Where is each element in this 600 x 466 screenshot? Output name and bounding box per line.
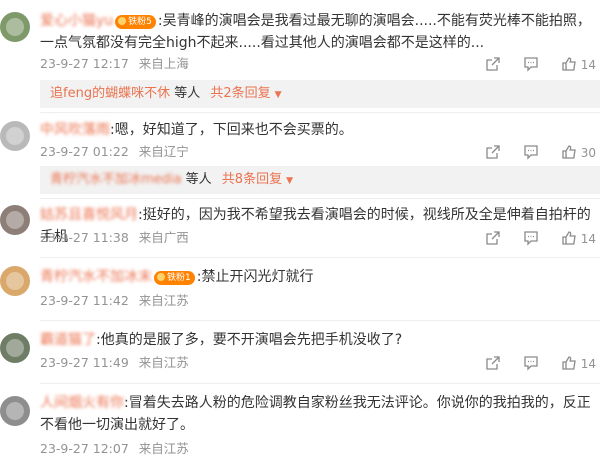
reply-names[interactable]: 青柠汽水不加冰media (50, 172, 182, 187)
fan-badge: 铁粉5 (115, 15, 156, 29)
avatar[interactable] (0, 121, 30, 151)
comment-date: 23-9-27 12:07 (40, 441, 129, 456)
share-button[interactable] (485, 144, 501, 162)
comment-username[interactable]: 姑苏且喜悦风月 (40, 204, 138, 226)
comment-button[interactable] (523, 230, 539, 248)
comment-username[interactable]: 人间烟火有你 (40, 392, 124, 414)
comment-icon (524, 355, 538, 371)
comment-icon (524, 56, 538, 72)
share-icon (486, 56, 500, 71)
comment-date: 23-9-27 11:42 (40, 293, 129, 308)
comment-location: 来自江苏 (138, 355, 189, 370)
like-button[interactable]: 14 (561, 355, 596, 373)
comment-4: 青柠汽水不加冰末 铁粉1:禁止开闪光灯就行 23-9-27 11:42 来自江苏 (0, 258, 600, 318)
comment-date: 23-9-27 11:38 (40, 230, 129, 245)
comment-text: 禁止开闪光灯就行 (201, 269, 314, 285)
comment-icon (524, 144, 538, 160)
comment-username[interactable]: 霸道猫了 (40, 329, 96, 351)
fan-badge-icon (157, 273, 165, 281)
comment-username[interactable]: 爱心小猫yu (40, 10, 113, 32)
reply-names[interactable]: 追feng的蝴蝶咪不休 (50, 86, 170, 101)
comment-date: 23-9-27 01:22 (40, 144, 129, 159)
like-count: 14 (580, 57, 596, 72)
thumbs-up-icon (562, 355, 576, 370)
share-icon (486, 144, 500, 159)
avatar[interactable] (0, 205, 30, 235)
comment-location: 来自上海 (138, 56, 189, 71)
comment-icon (524, 230, 538, 246)
avatar[interactable] (0, 266, 30, 296)
share-icon (486, 230, 500, 245)
thumbs-up-icon (562, 230, 576, 245)
comment-text: 他真的是服了多，要不开演唱会先把手机没收了? (100, 332, 403, 348)
comment-location: 来自江苏 (138, 293, 189, 308)
reply-count[interactable]: 共8条回复 (222, 172, 282, 187)
fan-badge: 铁粉1 (154, 271, 195, 285)
like-count: 30 (580, 145, 596, 160)
fan-badge-label: 铁粉5 (128, 17, 152, 27)
avatar[interactable] (0, 333, 30, 363)
reply-count[interactable]: 共2条回复 (210, 86, 270, 101)
like-count: 14 (580, 231, 596, 246)
comment-button[interactable] (523, 56, 539, 74)
comment-3: 姑苏且喜悦风月:挺好的，因为我不希望我去看演唱会的时候，视线所及全是伸着自拍杆的… (0, 199, 600, 255)
reply-suffix: 等人 (174, 86, 201, 101)
comment-date: 23-9-27 11:49 (40, 355, 129, 370)
chevron-down-icon[interactable]: ▼ (275, 90, 282, 100)
share-button[interactable] (485, 230, 501, 248)
reply-suffix: 等人 (185, 172, 212, 187)
chevron-down-icon[interactable]: ▼ (286, 176, 293, 186)
comment-2: 中风吹落雨:嗯，好知道了，下回来也不会买票的。 23-9-27 01:22 来自… (0, 113, 600, 168)
like-button[interactable]: 14 (561, 230, 596, 248)
comment-6: 人间烟火有你:冒着失去路人粉的危险调教自家粉丝我无法评论。你说你的我拍我的，反正… (0, 384, 600, 466)
share-icon (486, 355, 500, 370)
fan-badge-label: 铁粉1 (167, 273, 191, 283)
comment-location: 来自江苏 (138, 441, 189, 456)
comment-location: 来自广西 (138, 230, 189, 245)
comment-button[interactable] (523, 355, 539, 373)
share-button[interactable] (485, 56, 501, 74)
share-button[interactable] (485, 355, 501, 373)
reply-summary[interactable]: 追feng的蝴蝶咪不休 等人 共2条回复 ▼ (40, 80, 600, 108)
like-button[interactable]: 30 (561, 144, 596, 162)
comment-5: 霸道猫了:他真的是服了多，要不开演唱会先把手机没收了? 23-9-27 11:4… (0, 321, 600, 381)
avatar[interactable] (0, 396, 30, 426)
comment-text: 嗯，好知道了，下回来也不会买票的。 (114, 122, 353, 138)
thumbs-up-icon (562, 56, 576, 71)
reply-summary[interactable]: 青柠汽水不加冰media 等人 共8条回复 ▼ (40, 166, 600, 194)
avatar[interactable] (0, 12, 30, 42)
like-count: 14 (580, 356, 596, 371)
fan-badge-icon (118, 17, 127, 25)
like-button[interactable]: 14 (561, 56, 596, 74)
comment-location: 来自辽宁 (138, 144, 189, 159)
comment-1: 爱心小猫yu 铁粉5:吴青峰的演唱会是我看过最无聊的演唱会.....不能有荧光棒不… (0, 0, 600, 80)
thumbs-up-icon (562, 144, 576, 159)
comment-date: 23-9-27 12:17 (40, 56, 129, 71)
comment-username[interactable]: 中风吹落雨 (40, 119, 110, 141)
comment-username[interactable]: 青柠汽水不加冰末 (40, 266, 152, 288)
comment-button[interactable] (523, 144, 539, 162)
